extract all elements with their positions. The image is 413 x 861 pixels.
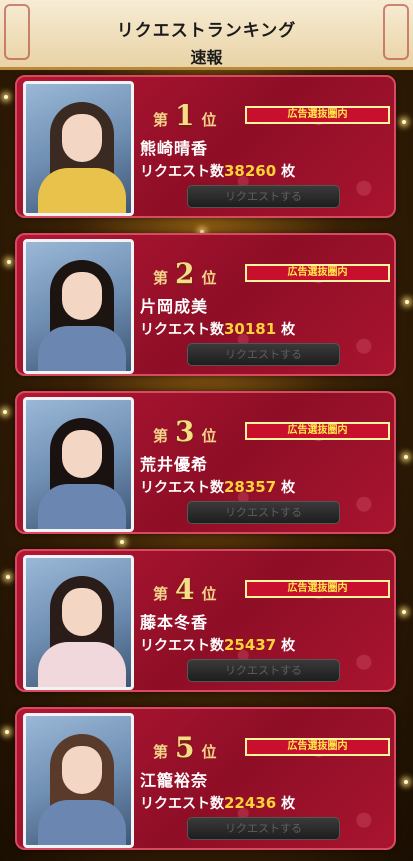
member-photo[interactable] [23,397,134,532]
page-header: リクエストランキング 速報 [0,0,413,70]
request-count-value: 25437 [224,636,277,654]
request-count: リクエスト数25437 枚 [140,636,296,654]
member-name: 片岡成美 [140,297,209,316]
page-title: リクエストランキング [116,21,297,41]
status-badge: 広告選抜圏内 [245,264,390,282]
status-badge: 広告選抜圏内 [245,738,390,756]
member-name: 荒井優希 [140,455,209,474]
ranking-card: 第1位 広告選抜圏内 熊崎晴香 リクエスト数38260 枚 リクエストする [15,75,396,218]
rank-label: 第2位 [153,257,217,290]
status-badge: 広告選抜圏内 [245,106,390,124]
request-count: リクエスト数30181 枚 [140,320,296,338]
member-photo[interactable] [23,713,134,848]
request-count-value: 30181 [224,320,277,338]
member-photo[interactable] [23,239,134,374]
ranking-card: 第5位 広告選抜圏内 江籠裕奈 リクエスト数22436 枚 リクエストする [15,707,396,850]
request-button[interactable]: リクエストする [187,185,340,208]
ranking-card: 第4位 広告選抜圏内 藤本冬香 リクエスト数25437 枚 リクエストする [15,549,396,692]
status-badge: 広告選抜圏内 [245,580,390,598]
rank-number: 1 [175,99,195,132]
status-badge: 広告選抜圏内 [245,422,390,440]
ornament-right [383,4,409,60]
request-count-value: 28357 [224,478,277,496]
member-name: 藤本冬香 [140,613,209,632]
rank-number: 5 [175,731,195,764]
page-subtitle: 速報 [190,48,223,67]
request-count: リクエスト数28357 枚 [140,478,296,496]
request-count-value: 22436 [224,794,277,812]
request-count: リクエスト数38260 枚 [140,162,296,180]
rank-number: 4 [175,573,195,606]
rank-label: 第1位 [153,99,217,132]
rank-label: 第3位 [153,415,217,448]
rank-label: 第5位 [153,731,217,764]
request-button[interactable]: リクエストする [187,501,340,524]
request-count: リクエスト数22436 枚 [140,794,296,812]
member-name: 熊崎晴香 [140,139,209,158]
member-name: 江籠裕奈 [140,771,209,790]
request-button[interactable]: リクエストする [187,343,340,366]
rank-number: 2 [175,257,195,290]
request-count-value: 38260 [224,162,277,180]
member-photo[interactable] [23,555,134,690]
member-photo[interactable] [23,81,134,216]
rank-label: 第4位 [153,573,217,606]
request-button[interactable]: リクエストする [187,817,340,840]
rank-number: 3 [175,415,195,448]
ornament-left [4,4,30,60]
ranking-card: 第3位 広告選抜圏内 荒井優希 リクエスト数28357 枚 リクエストする [15,391,396,534]
request-button[interactable]: リクエストする [187,659,340,682]
ranking-card: 第2位 広告選抜圏内 片岡成美 リクエスト数30181 枚 リクエストする [15,233,396,376]
